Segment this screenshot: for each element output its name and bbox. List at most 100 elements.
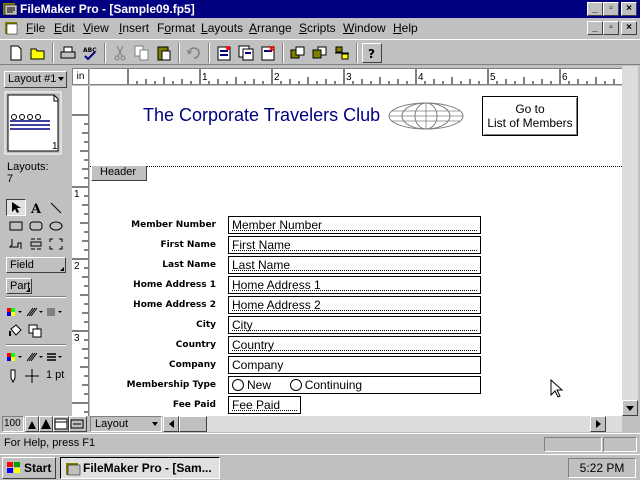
mode-select[interactable]: Layout (90, 416, 162, 432)
doc-minimize-button[interactable]: _ (587, 21, 603, 35)
field-fee-paid[interactable]: Fee Paid (228, 396, 301, 414)
paint-bucket-icon[interactable] (5, 322, 25, 339)
text-tool-icon[interactable]: A (26, 199, 46, 216)
undo-icon[interactable] (184, 43, 204, 63)
menu-arrange[interactable]: Arrange (249, 21, 292, 35)
line-width-grid-icon[interactable] (22, 367, 42, 384)
line-tool-icon[interactable] (46, 199, 66, 216)
arrange-back-icon[interactable] (310, 43, 330, 63)
scroll-right-arrow-icon[interactable] (590, 416, 606, 432)
line-style-icon[interactable] (45, 348, 65, 365)
rectangle-tool-icon[interactable] (6, 217, 26, 234)
menu-window[interactable]: Window (343, 21, 386, 35)
menu-insert[interactable]: Insert (119, 21, 149, 35)
radio-continuing-icon[interactable] (289, 379, 302, 391)
radio-new-icon[interactable] (232, 379, 244, 391)
restore-button[interactable]: ▫ (603, 2, 619, 16)
status-area-toggle-icon[interactable] (53, 416, 69, 432)
scroll-left-arrow-icon[interactable] (163, 416, 179, 432)
field-label[interactable]: Membership Type (127, 380, 216, 390)
pen-color-icon[interactable] (5, 348, 25, 365)
zoom-in-icon[interactable] (39, 416, 53, 432)
close-button[interactable]: × (621, 2, 637, 16)
globe-icon[interactable] (388, 101, 464, 131)
field-label[interactable]: Last Name (162, 260, 216, 270)
field-label[interactable]: Country (176, 340, 216, 350)
field-last-name[interactable]: Last Name (228, 256, 481, 274)
duplicate-layout-icon[interactable] (236, 43, 256, 63)
status-bar-toggle-icon[interactable] (69, 416, 87, 432)
field-label[interactable]: Home Address 2 (133, 300, 216, 310)
horizontal-scroll-thumb[interactable] (179, 416, 207, 432)
fill-pattern-icon[interactable] (25, 303, 45, 320)
align-icon[interactable] (332, 43, 352, 63)
open-folder-icon[interactable] (28, 43, 48, 63)
fill-effect-icon[interactable] (45, 303, 65, 320)
layout-canvas[interactable]: The Corporate Travelers Club Go to List … (90, 86, 622, 416)
field-label[interactable]: First Name (160, 240, 216, 250)
delete-layout-icon[interactable] (258, 43, 278, 63)
cut-icon[interactable] (110, 43, 130, 63)
doc-close-button[interactable]: × (621, 21, 637, 35)
field-company[interactable]: Company (228, 356, 481, 374)
go-to-list-of-members-button[interactable]: Go to List of Members (482, 96, 578, 136)
oval-tool-icon[interactable] (46, 217, 66, 234)
field-label[interactable]: City (196, 320, 216, 330)
taskbar-filemaker-button[interactable]: FileMaker Pro - [Sam... (60, 457, 220, 479)
layout-book-icon[interactable]: 1 (4, 91, 62, 155)
field-label[interactable]: Fee Paid (173, 400, 216, 410)
button-tool-icon[interactable] (6, 235, 26, 252)
document-icon[interactable] (4, 21, 18, 35)
menu-view[interactable]: View (83, 21, 109, 35)
rounded-rectangle-tool-icon[interactable] (26, 217, 46, 234)
layout-select[interactable]: Layout #1 (4, 71, 67, 88)
vertical-scrollbar[interactable] (622, 66, 638, 416)
pen-pattern-icon[interactable] (25, 348, 45, 365)
menu-format[interactable]: Format (157, 21, 195, 35)
start-button[interactable]: Start (2, 457, 56, 479)
system-clock[interactable]: 5:22 PM (568, 458, 636, 478)
pen-icon[interactable] (3, 367, 23, 384)
layer-overlap-icon[interactable] (25, 322, 45, 339)
field-home-address-2[interactable]: Home Address 2 (228, 296, 481, 314)
portal-tool-icon[interactable] (26, 235, 46, 252)
field-frame-tool-icon[interactable] (46, 235, 66, 252)
ruler-unit[interactable]: in (72, 68, 89, 85)
new-file-icon[interactable] (6, 43, 26, 63)
menu-edit[interactable]: Edit (54, 21, 75, 35)
new-layout-icon[interactable] (214, 43, 234, 63)
field-home-address-1[interactable]: Home Address 1 (228, 276, 481, 294)
field-country[interactable]: Country (228, 336, 481, 354)
minimize-button[interactable]: _ (587, 2, 603, 16)
header-part-tab[interactable]: Header (91, 166, 147, 181)
menu-help[interactable]: Help (393, 21, 418, 35)
copy-icon[interactable] (132, 43, 152, 63)
club-title[interactable]: The Corporate Travelers Club (143, 105, 380, 126)
menu-layouts[interactable]: Layouts (201, 21, 243, 35)
scroll-down-arrow-icon[interactable] (622, 400, 638, 416)
menu-file[interactable]: File (26, 21, 45, 35)
arrange-front-icon[interactable] (288, 43, 308, 63)
field-label[interactable]: Company (169, 360, 216, 370)
part-tool-button[interactable]: Part (6, 278, 32, 294)
paste-icon[interactable] (154, 43, 174, 63)
horizontal-scrollbar[interactable] (163, 416, 622, 432)
field-tool-button[interactable]: Field (6, 257, 66, 273)
field-member-number[interactable]: Member Number (228, 216, 481, 234)
pointer-tool-icon[interactable] (6, 199, 26, 216)
print-icon[interactable] (58, 43, 78, 63)
filemaker-app-icon[interactable] (2, 1, 18, 17)
field-label[interactable]: Member Number (131, 220, 216, 230)
spell-check-icon[interactable]: ABC (80, 43, 100, 63)
field-first-name[interactable]: First Name (228, 236, 481, 254)
doc-restore-button[interactable]: ▫ (603, 21, 619, 35)
zoom-level[interactable]: 100 (2, 416, 24, 432)
field-label[interactable]: Home Address 1 (133, 280, 216, 290)
help-icon[interactable]: ? (362, 43, 382, 63)
ruler-number: 5 (490, 72, 496, 83)
field-membership-type[interactable]: New Continuing (228, 376, 481, 394)
zoom-out-icon[interactable] (25, 416, 39, 432)
menu-scripts[interactable]: Scripts (299, 21, 336, 35)
fill-color-icon[interactable] (5, 303, 25, 320)
field-city[interactable]: City (228, 316, 481, 334)
